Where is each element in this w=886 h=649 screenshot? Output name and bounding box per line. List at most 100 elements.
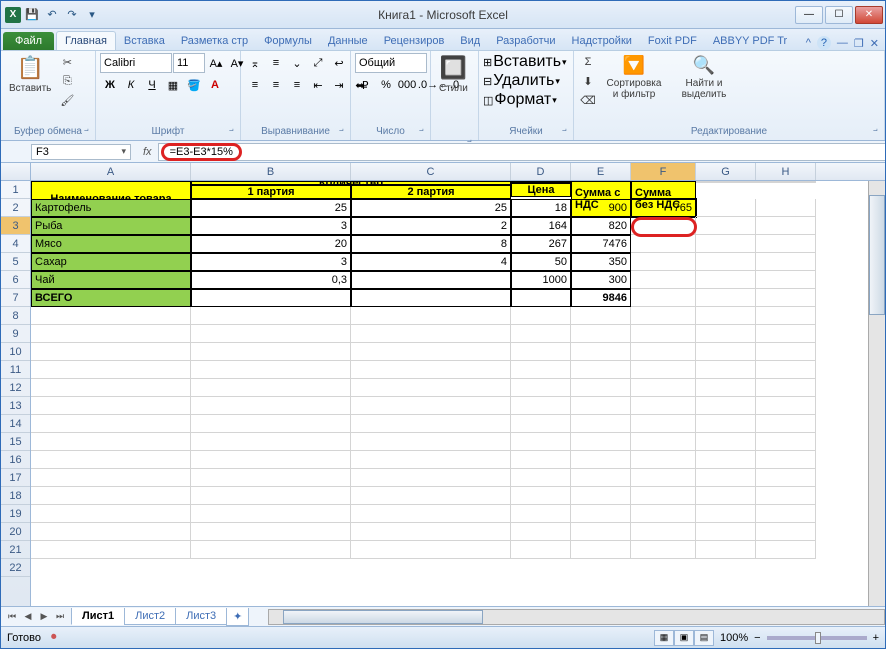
cell[interactable] bbox=[696, 397, 756, 415]
cut-icon[interactable]: ✂ bbox=[57, 53, 77, 71]
close-button[interactable]: ✕ bbox=[855, 6, 883, 24]
cell[interactable]: Чай bbox=[31, 271, 191, 289]
sheet-nav-last-icon[interactable]: ⏭ bbox=[53, 611, 67, 622]
cell[interactable]: 7476 bbox=[571, 235, 631, 253]
cell[interactable] bbox=[351, 505, 511, 523]
cell[interactable] bbox=[571, 541, 631, 559]
cell[interactable] bbox=[31, 325, 191, 343]
cell[interactable] bbox=[351, 307, 511, 325]
insert-cells-button[interactable]: ⊞ Вставить▾ bbox=[483, 53, 567, 71]
cell[interactable] bbox=[511, 379, 571, 397]
cell[interactable] bbox=[191, 307, 351, 325]
qat-dropdown-icon[interactable]: ▾ bbox=[83, 6, 101, 24]
cell[interactable] bbox=[696, 217, 756, 235]
decrease-indent-icon[interactable]: ⇤ bbox=[308, 75, 328, 95]
cell[interactable]: 3 bbox=[191, 253, 351, 271]
cell[interactable] bbox=[756, 271, 816, 289]
row-header[interactable]: 19 bbox=[1, 505, 30, 523]
sort-filter-button[interactable]: 🔽 Сортировка и фильтр bbox=[600, 53, 668, 102]
row-header[interactable]: 1 bbox=[1, 181, 30, 199]
sheet-tab-2[interactable]: Лист2 bbox=[124, 608, 176, 625]
row-header[interactable]: 3 bbox=[1, 217, 30, 235]
cell[interactable]: 2 bbox=[351, 217, 511, 235]
cell[interactable]: 1000 bbox=[511, 271, 571, 289]
align-bottom-icon[interactable]: ⌄ bbox=[287, 53, 307, 73]
cell[interactable] bbox=[351, 433, 511, 451]
cell[interactable] bbox=[631, 253, 696, 271]
cell[interactable] bbox=[696, 182, 756, 183]
horizontal-scrollbar[interactable] bbox=[268, 609, 885, 625]
new-sheet-icon[interactable]: ✦ bbox=[226, 608, 249, 626]
cell[interactable] bbox=[631, 397, 696, 415]
cell[interactable] bbox=[696, 235, 756, 253]
name-box[interactable]: F3 bbox=[31, 144, 131, 160]
cell[interactable] bbox=[511, 397, 571, 415]
styles-button[interactable]: 🔲 Стили bbox=[435, 53, 472, 96]
row-header[interactable]: 13 bbox=[1, 397, 30, 415]
cell[interactable] bbox=[511, 433, 571, 451]
cell[interactable] bbox=[191, 397, 351, 415]
cell[interactable] bbox=[631, 433, 696, 451]
cell[interactable] bbox=[351, 289, 511, 307]
cell[interactable] bbox=[631, 415, 696, 433]
zoom-out-icon[interactable]: − bbox=[754, 632, 760, 644]
cell[interactable] bbox=[191, 523, 351, 541]
file-tab[interactable]: Файл bbox=[3, 32, 54, 50]
cell[interactable]: 18 bbox=[511, 199, 571, 217]
find-select-button[interactable]: 🔍 Найти и выделить bbox=[670, 53, 738, 102]
cell[interactable] bbox=[631, 343, 696, 361]
cell[interactable] bbox=[351, 487, 511, 505]
font-name-select[interactable] bbox=[100, 53, 172, 73]
cell[interactable] bbox=[696, 433, 756, 451]
number-format-select[interactable] bbox=[355, 53, 427, 73]
zoom-in-icon[interactable]: + bbox=[873, 632, 879, 644]
zoom-slider[interactable] bbox=[767, 636, 867, 640]
tab-formulas[interactable]: Формулы bbox=[256, 32, 320, 50]
cell[interactable] bbox=[191, 343, 351, 361]
cell[interactable] bbox=[191, 469, 351, 487]
fill-color-button[interactable]: 🪣 bbox=[184, 75, 204, 95]
select-all-corner[interactable] bbox=[1, 163, 31, 180]
cell[interactable] bbox=[756, 379, 816, 397]
row-header[interactable]: 11 bbox=[1, 361, 30, 379]
cell[interactable] bbox=[351, 361, 511, 379]
cell[interactable]: ВСЕГО bbox=[31, 289, 191, 307]
cell[interactable] bbox=[756, 451, 816, 469]
format-painter-icon[interactable]: 🖌 bbox=[57, 91, 77, 109]
align-left-icon[interactable]: ≡ bbox=[245, 75, 265, 95]
cell[interactable] bbox=[571, 307, 631, 325]
cell[interactable] bbox=[631, 469, 696, 487]
cell[interactable] bbox=[31, 343, 191, 361]
cell[interactable]: 2 партия bbox=[351, 185, 511, 199]
row-header[interactable]: 21 bbox=[1, 541, 30, 559]
row-header[interactable]: 20 bbox=[1, 523, 30, 541]
cell[interactable] bbox=[631, 289, 696, 307]
cell[interactable] bbox=[696, 361, 756, 379]
cell[interactable] bbox=[571, 487, 631, 505]
tab-review[interactable]: Рецензиров bbox=[376, 32, 453, 50]
row-header[interactable]: 16 bbox=[1, 451, 30, 469]
row-header[interactable]: 6 bbox=[1, 271, 30, 289]
cell[interactable] bbox=[631, 523, 696, 541]
cell[interactable] bbox=[191, 433, 351, 451]
cell[interactable] bbox=[631, 451, 696, 469]
comma-icon[interactable]: 000 bbox=[397, 75, 417, 95]
align-top-icon[interactable]: ⌅ bbox=[245, 53, 265, 73]
cell[interactable] bbox=[351, 451, 511, 469]
cell[interactable] bbox=[191, 487, 351, 505]
row-header[interactable]: 2 bbox=[1, 199, 30, 217]
row-header[interactable]: 17 bbox=[1, 469, 30, 487]
row-header[interactable]: 15 bbox=[1, 433, 30, 451]
cell[interactable]: 8 bbox=[351, 235, 511, 253]
minimize-ribbon-icon[interactable]: ^ bbox=[806, 37, 811, 49]
cell[interactable] bbox=[571, 361, 631, 379]
cell[interactable]: Мясо bbox=[31, 235, 191, 253]
cell[interactable] bbox=[756, 289, 816, 307]
cell[interactable] bbox=[31, 469, 191, 487]
row-header[interactable]: 10 bbox=[1, 343, 30, 361]
cell[interactable] bbox=[31, 541, 191, 559]
grow-font-icon[interactable]: A▴ bbox=[206, 53, 226, 73]
tab-home[interactable]: Главная bbox=[56, 31, 116, 50]
cell[interactable] bbox=[756, 253, 816, 271]
vscroll-thumb[interactable] bbox=[869, 195, 885, 315]
